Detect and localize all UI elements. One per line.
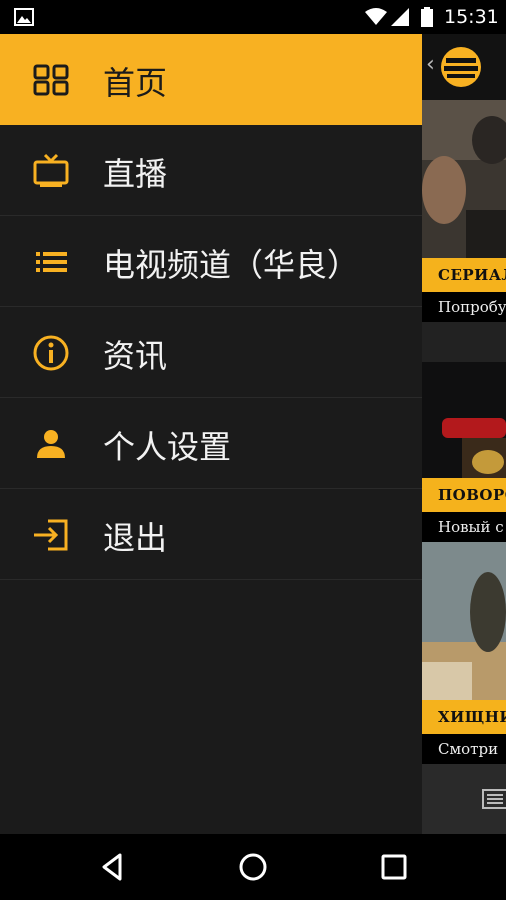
card-tag: ХИЩНИ bbox=[422, 700, 506, 734]
app-toolbar: ‹ bbox=[422, 34, 506, 100]
brand-logo-icon bbox=[441, 47, 481, 87]
card-image bbox=[422, 322, 506, 478]
back-icon[interactable] bbox=[96, 850, 130, 884]
status-time: 15:31 bbox=[444, 6, 499, 28]
status-bar: 15:31 bbox=[0, 0, 506, 34]
menu-item-logout[interactable]: 退出 bbox=[0, 489, 422, 580]
signal-icon bbox=[391, 8, 409, 26]
menu-item-label: 资讯 bbox=[103, 337, 168, 375]
menu-item-label: 个人设置 bbox=[103, 428, 232, 466]
tv-guide-icon[interactable] bbox=[482, 786, 506, 812]
card-tag: СЕРИАЛ bbox=[422, 258, 506, 292]
content-card[interactable]: ПОВОРО Новый с bbox=[422, 322, 506, 542]
card-tag: ПОВОРО bbox=[422, 478, 506, 512]
card-caption: Попробуй bbox=[422, 292, 506, 322]
grid-icon bbox=[33, 64, 69, 96]
card-image bbox=[422, 100, 506, 258]
app-bottom-bar bbox=[422, 764, 506, 834]
menu-item-tv-channels[interactable]: 电视频道（华良） bbox=[0, 216, 422, 307]
system-nav-bar bbox=[0, 834, 506, 900]
card-image bbox=[422, 542, 506, 700]
menu-item-label: 首页 bbox=[103, 64, 168, 102]
menu-item-label: 直播 bbox=[103, 155, 168, 193]
menu-item-settings[interactable]: 个人设置 bbox=[0, 398, 422, 489]
list-icon bbox=[36, 252, 67, 272]
info-icon bbox=[33, 335, 69, 371]
person-icon bbox=[37, 430, 65, 458]
card-caption: Смотри bbox=[422, 734, 506, 764]
menu-item-home[interactable]: 首页 bbox=[0, 34, 422, 125]
menu-item-news[interactable]: 资讯 bbox=[0, 307, 422, 398]
content-card[interactable]: СЕРИАЛ Попробуй bbox=[422, 100, 506, 322]
content-card[interactable]: ХИЩНИ Смотри bbox=[422, 542, 506, 764]
menu-item-live[interactable]: 直播 bbox=[0, 125, 422, 216]
image-notification-icon bbox=[14, 8, 34, 26]
tv-icon bbox=[33, 153, 69, 187]
recents-icon[interactable] bbox=[377, 850, 411, 884]
wifi-icon bbox=[365, 8, 387, 25]
background-app: ‹ СЕРИАЛ Попробуй ПОВОРО Новый с bbox=[422, 34, 506, 834]
navigation-drawer: 首页 直播 电视频道（华良） 资讯 个人设置 退出 bbox=[0, 34, 422, 834]
card-caption: Новый с bbox=[422, 512, 506, 542]
menu-item-label: 退出 bbox=[103, 519, 168, 557]
home-icon[interactable] bbox=[236, 850, 270, 884]
chevron-left-icon[interactable]: ‹ bbox=[426, 52, 435, 77]
battery-icon bbox=[421, 7, 433, 27]
menu-item-label: 电视频道（华良） bbox=[103, 246, 360, 284]
logout-icon bbox=[34, 519, 68, 551]
